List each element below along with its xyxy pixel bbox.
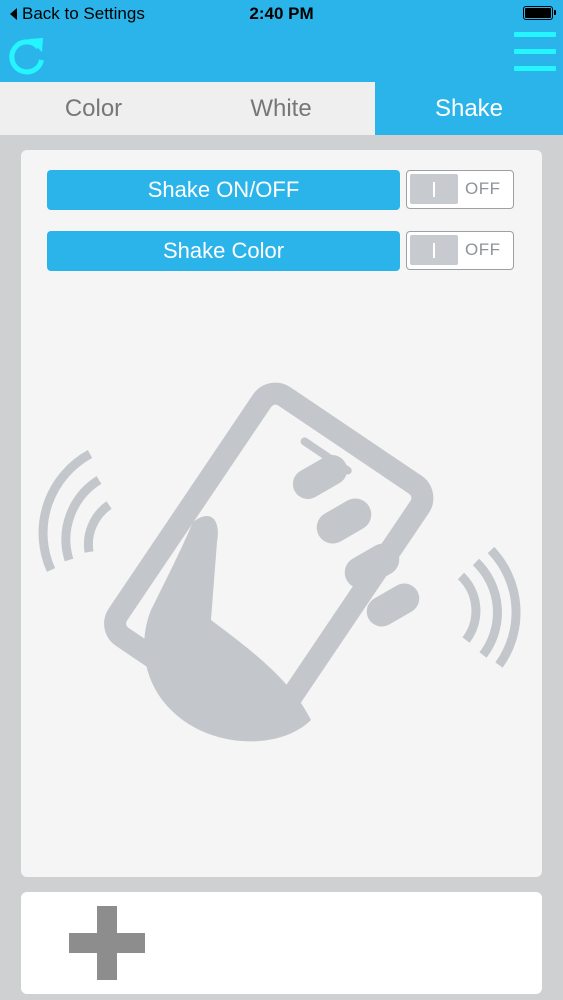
shake-color-button[interactable]: Shake Color: [47, 231, 400, 271]
switch-state: OFF: [465, 179, 501, 198]
tab-bar: Color White Shake: [0, 82, 563, 135]
tab-color[interactable]: Color: [0, 82, 187, 135]
shake-color-switch[interactable]: OFF: [406, 231, 514, 270]
battery-icon: [523, 6, 556, 20]
switch-knob: [410, 235, 458, 265]
tab-shake[interactable]: Shake: [375, 82, 563, 135]
tab-white[interactable]: White: [187, 82, 375, 135]
shake-on-off-row: Shake ON/OFF OFF: [47, 169, 514, 211]
shake-on-off-button[interactable]: Shake ON/OFF: [47, 170, 400, 210]
shake-color-row: Shake Color OFF: [47, 230, 514, 272]
shake-panel: Shake ON/OFF OFF Shake Color OFF: [21, 150, 542, 877]
hamburger-menu-icon: [514, 32, 556, 37]
bottom-panel: [21, 892, 542, 994]
switch-state: OFF: [465, 240, 501, 259]
add-button[interactable]: [69, 906, 145, 980]
status-time: 2:40 PM: [249, 4, 314, 23]
shake-on-off-switch[interactable]: OFF: [406, 170, 514, 209]
refresh-icon[interactable]: [6, 35, 48, 77]
status-bar: Back to Settings 2:40 PM: [0, 0, 563, 28]
switch-knob: [410, 174, 458, 204]
menu-button[interactable]: [514, 32, 556, 76]
